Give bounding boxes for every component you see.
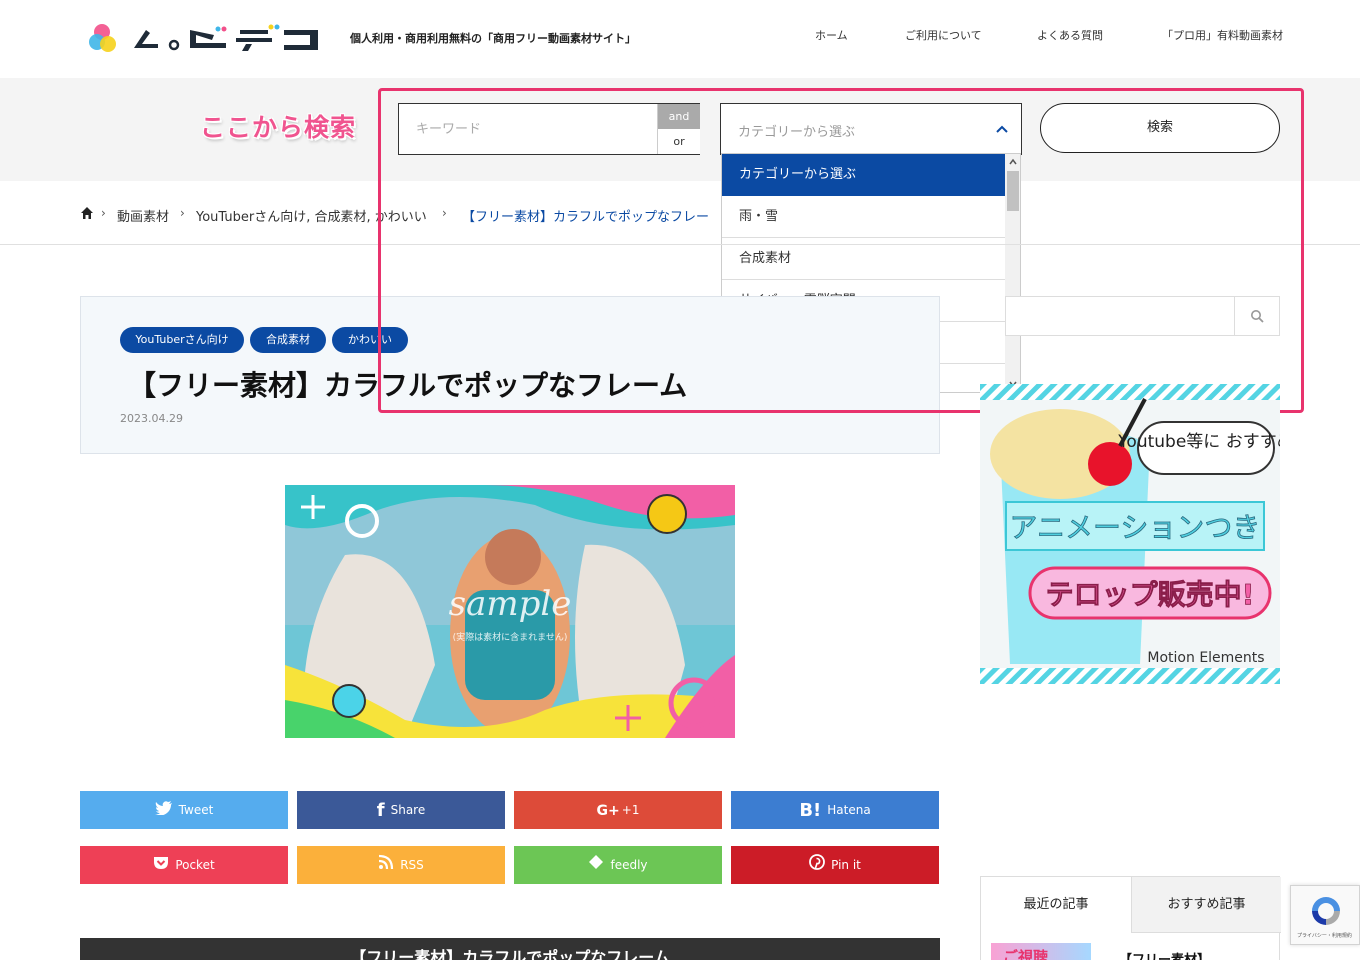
tab-recommended-articles[interactable]: おすすめ記事 — [1131, 877, 1281, 933]
related-heading-bar: 【フリー素材】カラフルでポップなフレーム — [80, 938, 940, 960]
site-logo[interactable] — [88, 18, 320, 58]
hatena-button[interactable]: B! Hatena — [731, 791, 939, 829]
recent-article-thumbnail[interactable]: ご視聴 — [991, 943, 1091, 960]
thumbnail-watermark-note: (実際は素材に含まれません) — [453, 631, 568, 643]
pocket-label: Pocket — [175, 858, 215, 872]
nav-faq[interactable]: よくある質問 — [1037, 27, 1103, 43]
rss-label: RSS — [400, 858, 424, 872]
search-heading: ここから検索 — [200, 113, 357, 142]
recaptcha-badge[interactable]: プライバシー・利用規約 — [1290, 885, 1360, 945]
hatena-label: Hatena — [827, 803, 871, 817]
ad-brand: Motion Elements — [1147, 650, 1264, 666]
feedly-label: feedly — [610, 858, 648, 872]
sidebar-article-tabs: 最近の記事 おすすめ記事 ご視聴 【フリー素材】 — [980, 876, 1281, 960]
site-tagline: 個人利用・商用利用無料の「商用フリー動画素材サイト」 — [350, 32, 636, 45]
facebook-icon: f — [376, 799, 385, 821]
share-label: Share — [390, 803, 426, 817]
nav-pro-paid[interactable]: 「プロ用」有料動画素材 — [1162, 27, 1283, 43]
thumbnail-watermark: sample — [449, 584, 572, 624]
sidebar-search-field[interactable] — [1005, 296, 1280, 336]
tag-composite[interactable]: 合成素材 — [250, 327, 326, 353]
breadcrumb-link[interactable]: 動画素材 — [117, 206, 169, 225]
facebook-share-button[interactable]: f Share — [297, 791, 505, 829]
feedly-button[interactable]: feedly — [514, 846, 722, 884]
tab-recent-articles[interactable]: 最近の記事 — [981, 877, 1131, 933]
recaptcha-icon — [1312, 897, 1340, 925]
hatena-icon: B! — [799, 799, 822, 821]
tag-youtuber[interactable]: YouTuberさん向け — [120, 327, 244, 353]
tweet-label: Tweet — [178, 803, 214, 817]
ad-bubble-text: Youtube等に おすすめ — [1117, 432, 1280, 452]
article-date: 2023.04.29 — [120, 412, 183, 425]
ad-banner-text: テロップ販売中! — [1046, 578, 1255, 611]
feedly-icon — [588, 847, 604, 885]
sidebar-ad-banner[interactable]: Youtube等に おすすめ アニメーションつき テロップ販売中! Motion… — [980, 384, 1280, 684]
google-plus-label: +1 — [621, 803, 640, 817]
home-icon[interactable] — [80, 206, 94, 220]
ad-headline: アニメーションつき — [1010, 511, 1261, 544]
rss-button[interactable]: RSS — [297, 846, 505, 884]
sidebar-search-button[interactable] — [1234, 297, 1279, 335]
search-icon — [1251, 310, 1264, 323]
pinterest-icon — [809, 847, 826, 885]
breadcrumb-separator-icon: › — [180, 206, 185, 220]
pocket-icon — [153, 847, 169, 885]
article-thumbnail: sample (実際は素材に含まれません) — [285, 485, 735, 738]
pinterest-label: Pin it — [831, 858, 861, 872]
nav-about[interactable]: ご利用について — [905, 27, 982, 43]
annotation-highlight-frame — [378, 88, 1304, 413]
pocket-button[interactable]: Pocket — [80, 846, 288, 884]
rss-icon — [378, 847, 394, 885]
pinterest-button[interactable]: Pin it — [731, 846, 939, 884]
tweet-button[interactable]: Tweet — [80, 791, 288, 829]
breadcrumb-separator-icon: › — [101, 206, 106, 220]
twitter-icon — [154, 792, 173, 830]
google-plus-button[interactable]: G+ +1 — [514, 791, 722, 829]
nav-home[interactable]: ホーム — [815, 27, 848, 43]
google-plus-icon: G+ — [596, 802, 620, 819]
recent-article-title[interactable]: 【フリー素材】 — [1119, 949, 1210, 960]
site-header: 個人利用・商用利用無料の「商用フリー動画素材サイト」 ホーム ご利用について よ… — [0, 0, 1360, 78]
recaptcha-footer[interactable]: プライバシー・利用規約 — [1297, 932, 1352, 939]
